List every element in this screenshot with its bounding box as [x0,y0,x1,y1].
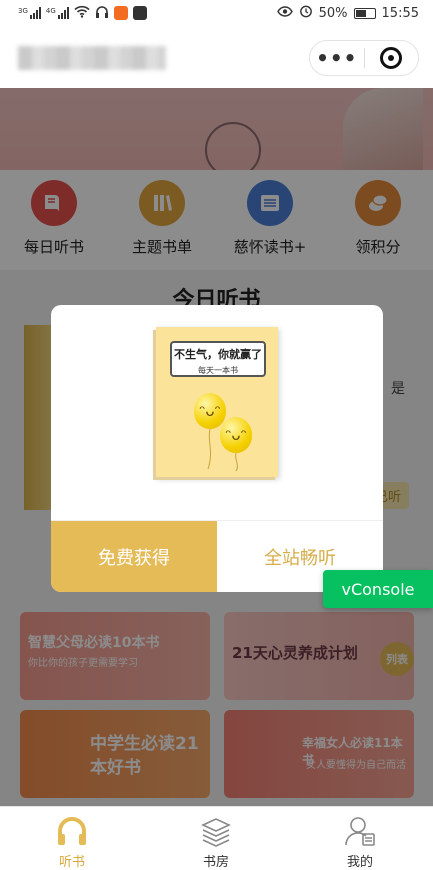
more-menu-button[interactable]: ••• [310,48,364,68]
tab-label: 我的 [346,855,373,870]
headphones-icon [55,813,89,849]
tab-label: 听书 [58,855,85,870]
tab-label: 书房 [202,855,229,870]
signal-4g-icon: 4G [46,7,69,19]
vconsole-button[interactable]: vConsole [323,570,433,608]
mini-program-capsule: ••• [309,40,419,76]
clock-time: 15:55 [381,5,419,21]
cover-title-plate: 不生气，你就赢了 每天一本书 [170,341,266,377]
app-notification-icon [132,6,147,20]
battery-percent: 50% [318,5,348,21]
signal-3g-icon: 3G [18,7,41,19]
status-bar: 3G 4G 50% 15:55 [0,0,433,26]
tab-mine[interactable]: 我的 [288,807,432,870]
free-trial-modal: 不生气，你就赢了 每天一本书 ᵔᴗᵔ ᵔᴗᵔ 免费获得 全站畅听 [51,305,383,592]
close-mini-program-button[interactable] [364,47,418,69]
wifi-icon [74,5,90,22]
bookshelf-icon [199,813,233,849]
alarm-icon [299,4,313,22]
eye-icon [276,5,293,21]
battery-icon [353,7,376,19]
tab-bookroom[interactable]: 书房 [144,807,288,870]
book-cover: 不生气，你就赢了 每天一本书 ᵔᴗᵔ ᵔᴗᵔ [156,327,278,477]
cover-subtitle: 每天一本书 [198,366,238,375]
app-notification-icon [113,6,128,20]
mini-program-titlebar: ••• [0,26,433,88]
cover-title: 不生气，你就赢了 [174,348,262,361]
blurred-page-title [18,46,166,70]
balloon-strings [207,428,238,472]
bottom-tab-bar: 听书 书房 我的 [0,806,433,870]
close-circle-icon [380,47,403,69]
get-free-button[interactable]: 免费获得 [51,521,217,592]
tab-listen[interactable]: 听书 [0,807,144,870]
headset-icon [95,5,109,22]
profile-icon [343,813,377,849]
